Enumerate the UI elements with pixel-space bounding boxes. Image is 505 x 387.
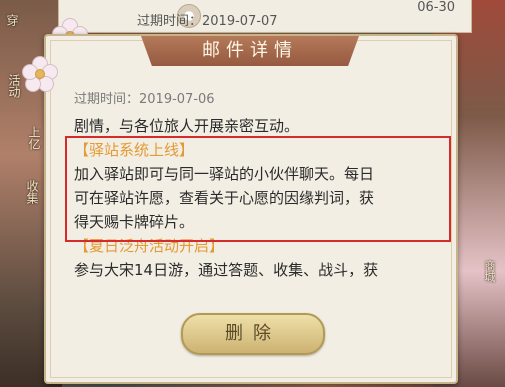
delete-button[interactable]: 删除 (181, 313, 325, 355)
mail-detail-dialog: 邮件详情 过期时间：2019-07-06 剧情，与各位旅人开展亲密互动。 【驿站… (44, 34, 458, 384)
side-menu-tag[interactable]: 活动 (6, 74, 23, 98)
previous-mail-expire: 过期时间：2019-07-07 (137, 14, 278, 29)
dialog-title: 邮件详情 (141, 36, 359, 66)
plum-blossom-icon (22, 56, 58, 92)
shop-tag[interactable]: 商城 (481, 260, 497, 282)
highlight-box (65, 136, 451, 242)
body-line: 参与大宋14日游，通过答题、收集、战斗，获 (74, 261, 379, 279)
previous-mail-date: 06-30 (417, 0, 455, 15)
side-menu-tag[interactable]: 收集 (24, 180, 41, 204)
previous-mail-card[interactable]: 过期时间：2019-07-07 06-30 (58, 0, 472, 33)
body-line: 剧情，与各位旅人开展亲密互动。 (74, 117, 300, 135)
side-menu-tag[interactable]: 上亿 (26, 126, 43, 150)
expire-time: 过期时间：2019-07-06 (74, 92, 215, 107)
side-menu-tag[interactable]: 穿 (4, 14, 21, 26)
